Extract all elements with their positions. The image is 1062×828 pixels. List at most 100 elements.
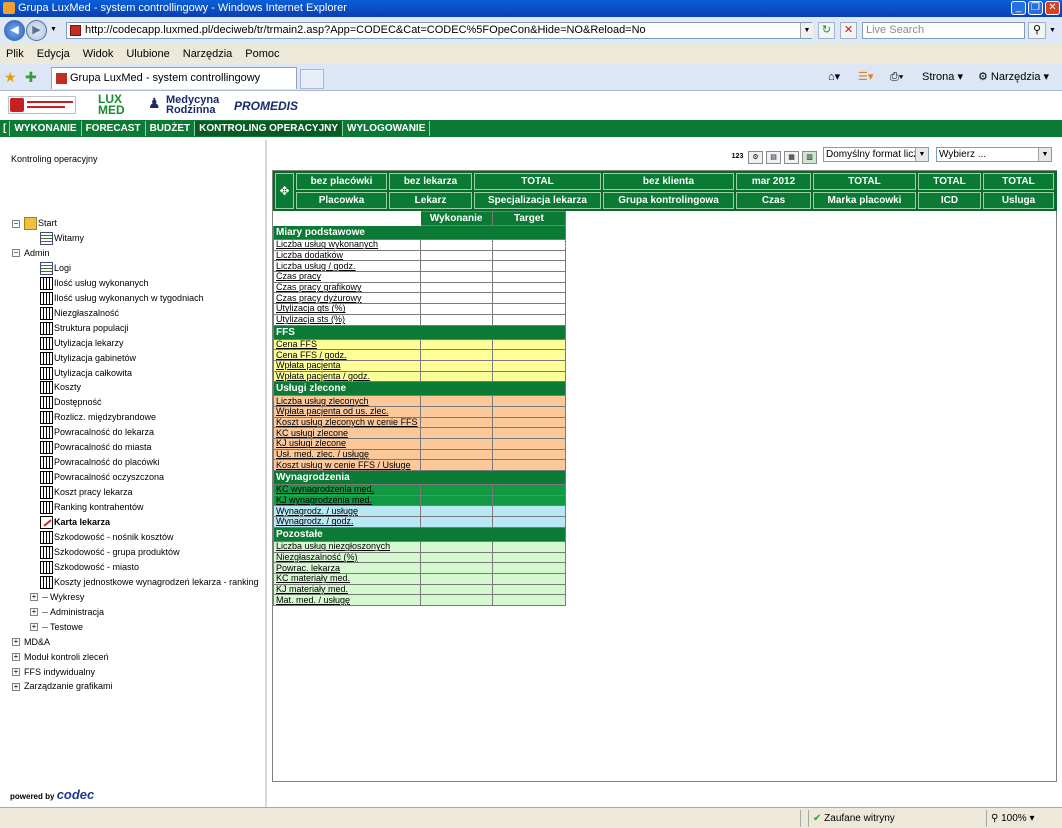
dimension-filter-button[interactable]: TOTAL bbox=[813, 173, 916, 190]
expand-icon[interactable]: + bbox=[12, 668, 20, 676]
sidebar-item[interactable]: + Zarządzanie grafikami bbox=[12, 679, 113, 694]
measure-label[interactable]: KJ usługi zlecone bbox=[273, 438, 421, 450]
dimension-filter-button[interactable]: bez klienta bbox=[603, 173, 734, 190]
target-cell[interactable] bbox=[491, 484, 567, 496]
sidebar-item[interactable]: Powracalność do lekarza bbox=[40, 425, 154, 440]
dimension-button[interactable]: Grupa kontrolingowa bbox=[603, 192, 734, 209]
measure-label[interactable]: Wpłata pacjenta od us. zlec. bbox=[273, 405, 421, 418]
target-cell[interactable] bbox=[491, 459, 567, 472]
target-cell[interactable] bbox=[491, 540, 567, 553]
nav-forecast[interactable]: FORECAST bbox=[82, 121, 146, 136]
wykonanie-cell[interactable] bbox=[419, 484, 493, 496]
target-cell[interactable] bbox=[491, 395, 567, 407]
target-cell[interactable] bbox=[491, 448, 567, 461]
target-cell[interactable] bbox=[491, 249, 567, 262]
menu-ulubione[interactable]: Ulubione bbox=[126, 48, 169, 60]
wykonanie-cell[interactable] bbox=[419, 271, 493, 283]
measure-label[interactable]: Czas pracy bbox=[273, 271, 421, 283]
page-menu[interactable]: Strona ▾ bbox=[922, 69, 963, 85]
nav-kontroling-operacyjny[interactable]: KONTROLING OPERACYJNY bbox=[195, 121, 344, 136]
table-view-icon[interactable]: ▤ bbox=[766, 151, 781, 164]
target-cell[interactable] bbox=[491, 594, 567, 606]
wykonanie-cell[interactable] bbox=[419, 292, 493, 305]
sidebar-item[interactable]: Koszty bbox=[40, 380, 81, 395]
dimension-filter-button[interactable]: TOTAL bbox=[983, 173, 1054, 190]
measure-label[interactable]: Liczba dodatków bbox=[273, 249, 421, 262]
nav-collapse-icon[interactable]: [ bbox=[0, 121, 11, 136]
measure-label[interactable]: Czas pracy dyżurowy bbox=[273, 292, 421, 305]
menu-widok[interactable]: Widok bbox=[83, 48, 114, 60]
target-cell[interactable] bbox=[491, 271, 567, 283]
target-cell[interactable] bbox=[491, 281, 567, 294]
home-icon[interactable]: ⌂▾ bbox=[828, 69, 840, 85]
tools-menu[interactable]: ⚙ Narzędzia ▾ bbox=[978, 69, 1049, 85]
column-target[interactable]: Target bbox=[491, 211, 567, 226]
dimension-button[interactable]: ICD bbox=[918, 192, 981, 209]
dimension-filter-button[interactable]: TOTAL bbox=[918, 173, 981, 190]
sidebar-item[interactable]: + Moduł kontroli zleceń bbox=[12, 650, 109, 665]
dimension-filter-button[interactable]: bez placówki bbox=[296, 173, 387, 190]
pivot-move-icon[interactable]: ✥ bbox=[275, 173, 294, 209]
sidebar-item[interactable]: Struktura populacji bbox=[40, 321, 129, 336]
wykonanie-cell[interactable] bbox=[419, 516, 493, 528]
measure-label[interactable]: KC wynagrodzenia med. bbox=[273, 484, 421, 496]
browser-tab[interactable]: Grupa LuxMed - system controllingowy bbox=[51, 67, 297, 89]
number-format-icon[interactable]: 123 bbox=[730, 151, 745, 164]
target-cell[interactable] bbox=[491, 359, 567, 372]
target-cell[interactable] bbox=[491, 572, 567, 585]
collapse-icon[interactable]: − bbox=[12, 219, 20, 228]
wykonanie-cell[interactable] bbox=[419, 338, 493, 351]
menu-plik[interactable]: Plik bbox=[6, 48, 24, 60]
sidebar-item[interactable]: + MD&A bbox=[12, 635, 50, 650]
wykonanie-cell[interactable] bbox=[419, 494, 493, 507]
wykonanie-cell[interactable] bbox=[419, 562, 493, 574]
measure-label[interactable]: Cena FFS / godz. bbox=[273, 349, 421, 361]
sidebar-item[interactable]: + Testowe bbox=[30, 620, 83, 635]
close-button[interactable]: ✕ bbox=[1045, 1, 1060, 15]
zoom-control[interactable]: ⚲ 100% ▾ bbox=[986, 810, 1060, 827]
target-cell[interactable] bbox=[491, 313, 567, 326]
wykonanie-cell[interactable] bbox=[419, 313, 493, 326]
sidebar-item[interactable]: Ranking kontrahentów bbox=[40, 500, 144, 515]
search-icon[interactable]: ⚲ bbox=[1028, 22, 1046, 39]
target-cell[interactable] bbox=[491, 239, 567, 251]
minimize-button[interactable]: _ bbox=[1011, 1, 1026, 15]
nav-wykonanie[interactable]: WYKONANIE bbox=[10, 121, 82, 136]
search-options-icon[interactable]: ▼ bbox=[1049, 27, 1056, 34]
target-cell[interactable] bbox=[491, 438, 567, 450]
dimension-button[interactable]: Specjalizacja lekarza bbox=[474, 192, 601, 209]
history-dropdown-icon[interactable]: ▼ bbox=[50, 26, 57, 33]
dimension-button[interactable]: Placowka bbox=[296, 192, 387, 209]
wykonanie-cell[interactable] bbox=[419, 359, 493, 372]
target-cell[interactable] bbox=[491, 405, 567, 418]
sidebar-item[interactable]: + Wykresy bbox=[30, 590, 84, 605]
target-cell[interactable] bbox=[491, 551, 567, 564]
wykonanie-cell[interactable] bbox=[419, 459, 493, 472]
measure-label[interactable]: Koszt usług zleconych w cenie FFS bbox=[273, 416, 421, 429]
target-cell[interactable] bbox=[491, 427, 567, 439]
wykonanie-cell[interactable] bbox=[419, 448, 493, 461]
target-cell[interactable] bbox=[491, 505, 567, 518]
menu-pomoc[interactable]: Pomoc bbox=[245, 48, 279, 60]
menu-narzedzia[interactable]: Narzędzia bbox=[183, 48, 233, 60]
measure-label[interactable]: KC usługi zlecone bbox=[273, 427, 421, 439]
sidebar-item[interactable]: Dostępność bbox=[40, 395, 102, 410]
measure-label[interactable]: Wpłata pacjenta / godz. bbox=[273, 370, 421, 383]
sidebar-item[interactable]: Utylizacja lekarzy bbox=[40, 336, 124, 351]
expand-icon[interactable]: + bbox=[12, 653, 20, 662]
add-favorite-icon[interactable]: ✚ bbox=[25, 69, 37, 86]
sidebar-item[interactable]: Witamy bbox=[40, 231, 84, 246]
refresh-button[interactable]: ↻ bbox=[818, 22, 835, 39]
wykonanie-cell[interactable] bbox=[419, 594, 493, 606]
target-cell[interactable] bbox=[491, 303, 567, 315]
dimension-filter-button[interactable]: TOTAL bbox=[474, 173, 601, 190]
restore-button[interactable]: ❐ bbox=[1028, 1, 1043, 15]
wykonanie-cell[interactable] bbox=[419, 438, 493, 450]
collapse-icon[interactable]: − bbox=[12, 249, 20, 258]
wykonanie-cell[interactable] bbox=[419, 239, 493, 251]
sidebar-item[interactable]: Ilość usług wykonanych bbox=[40, 276, 149, 291]
sidebar-item[interactable]: Utylizacja gabinetów bbox=[40, 351, 136, 366]
sidebar-item[interactable]: − Start bbox=[12, 216, 57, 231]
print-icon[interactable]: ⎙▾ bbox=[890, 69, 903, 85]
dimension-filter-button[interactable]: mar 2012 bbox=[736, 173, 811, 190]
